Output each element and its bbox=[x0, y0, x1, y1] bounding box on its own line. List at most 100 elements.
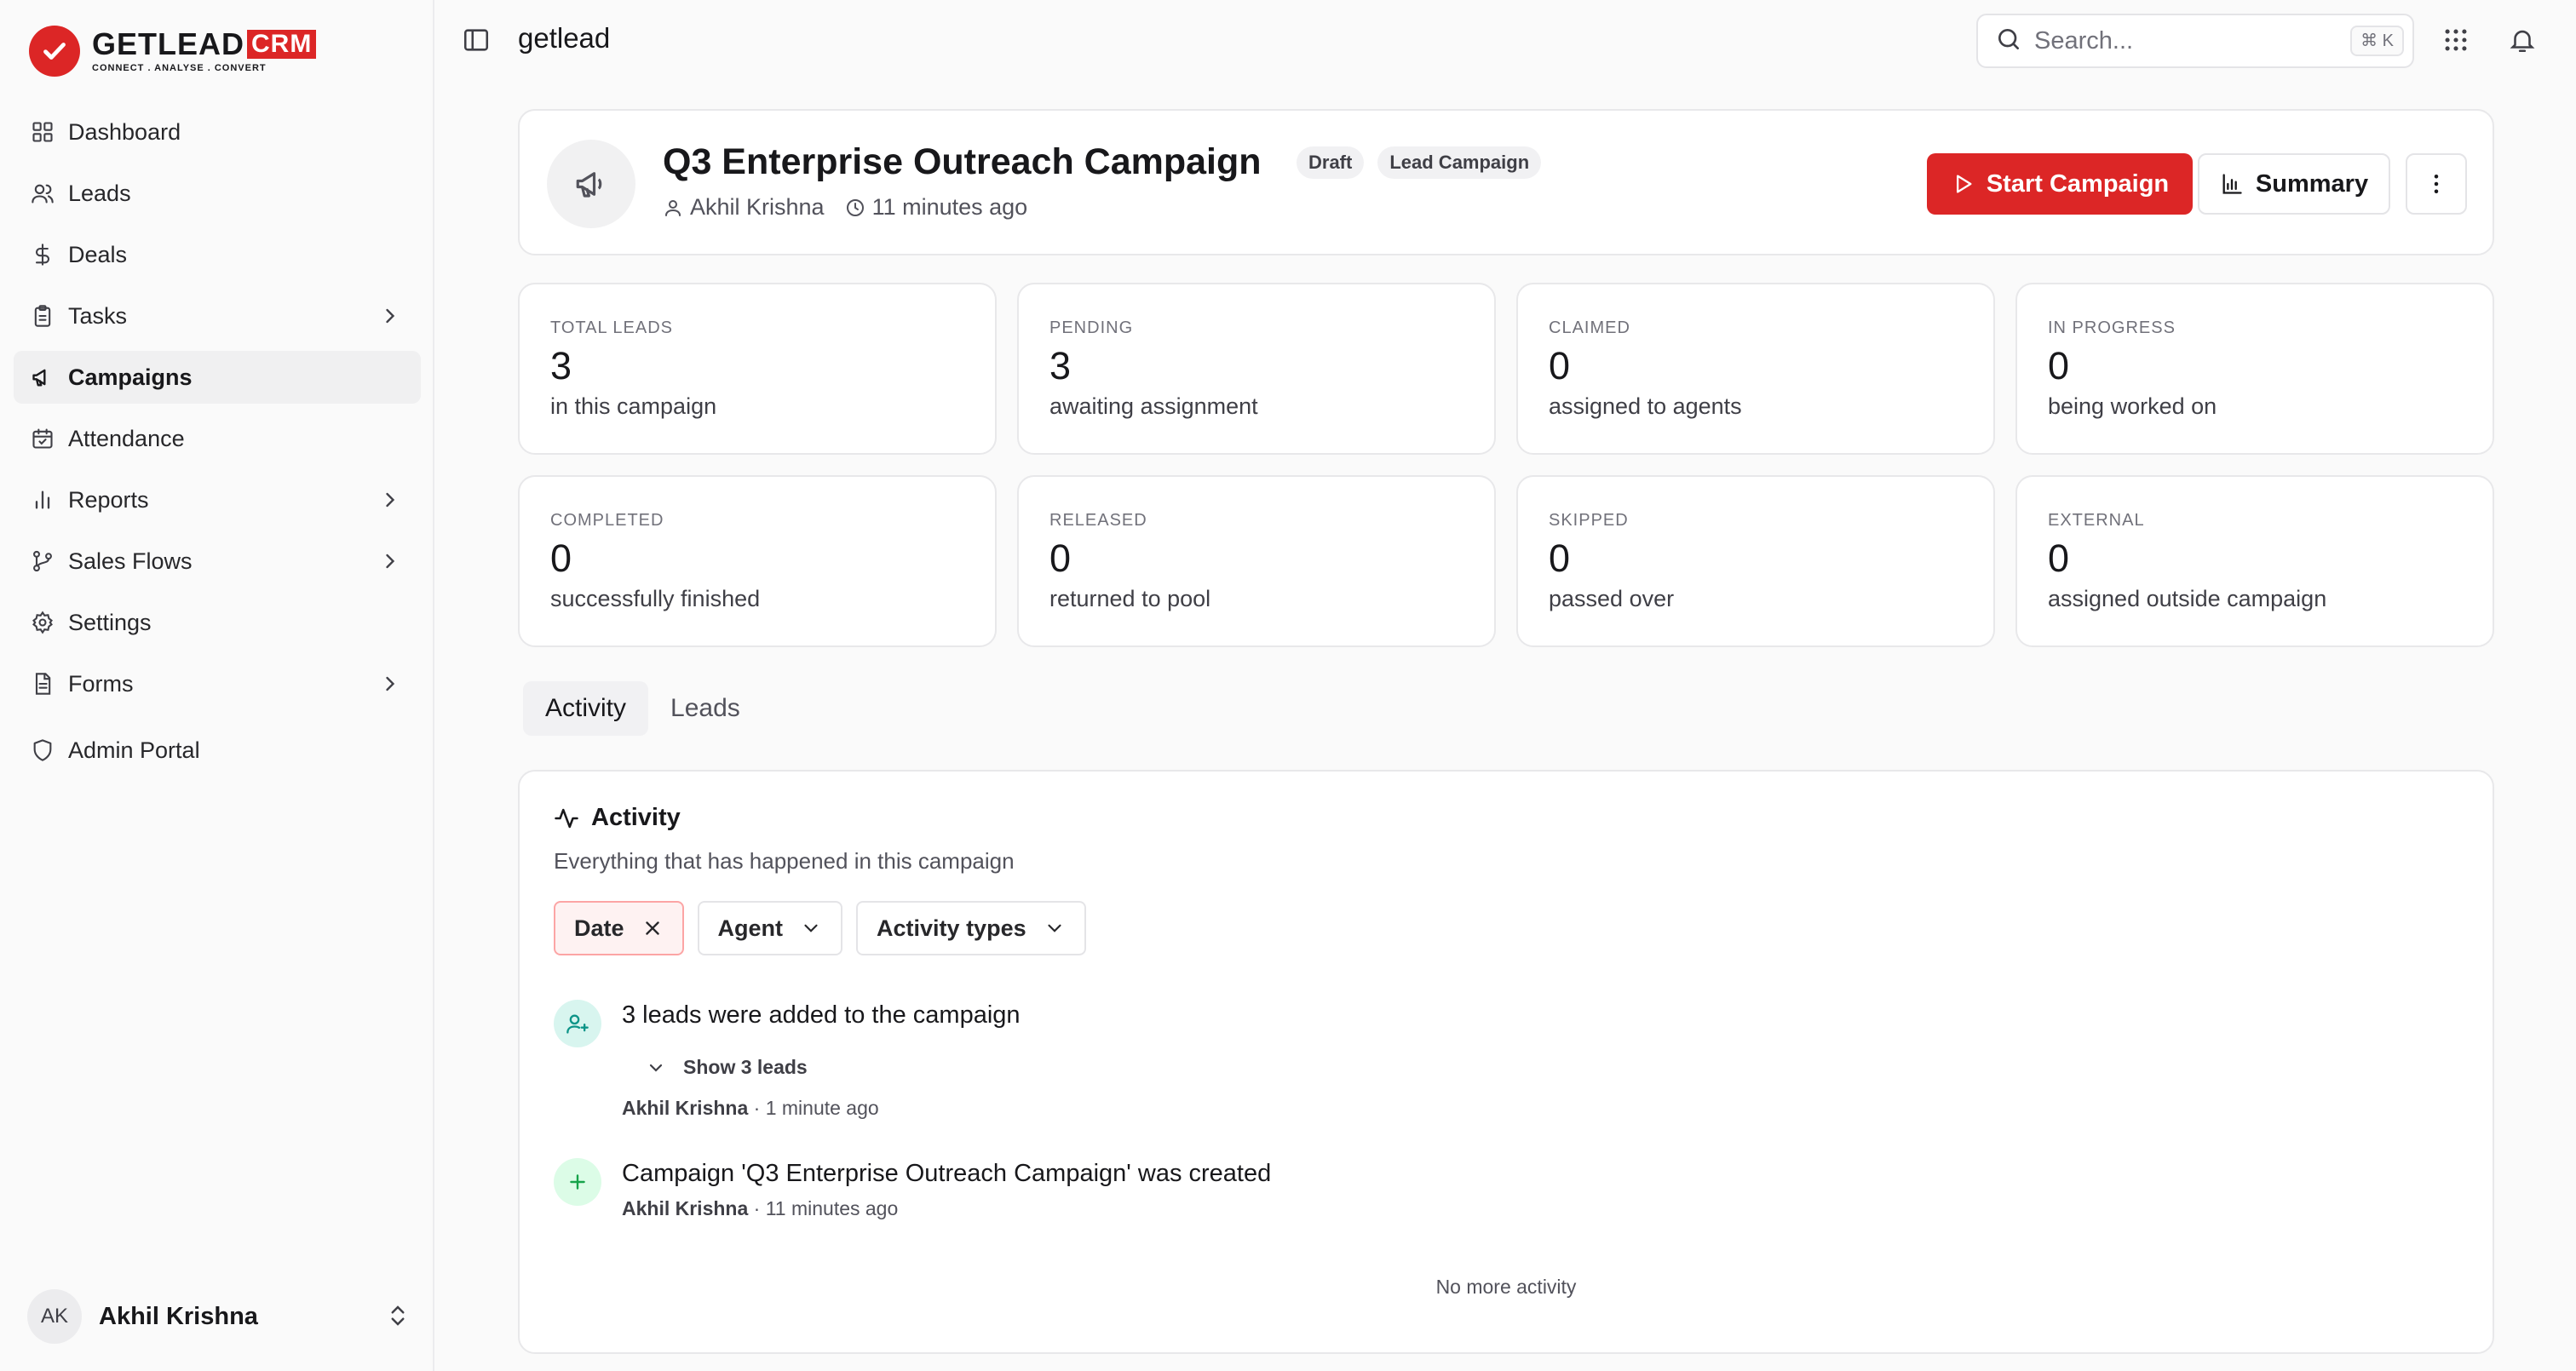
activity-item-author: Akhil Krishna bbox=[622, 1097, 749, 1119]
chevron-right-icon bbox=[378, 672, 402, 702]
sidebar-item-reports[interactable]: Reports bbox=[14, 473, 421, 526]
campaign-created: 11 minutes ago bbox=[871, 194, 1028, 220]
chevron-down-icon bbox=[804, 924, 818, 932]
activity-item-title: Campaign 'Q3 Enterprise Outreach Campaig… bbox=[622, 1160, 1272, 1187]
sidebar-item-campaigns[interactable]: Campaigns bbox=[14, 351, 421, 404]
stat-desc: successfully finished bbox=[550, 586, 761, 611]
sidebar-item-tasks[interactable]: Tasks bbox=[14, 290, 421, 342]
sidebar-item-settings[interactable]: Settings bbox=[14, 596, 421, 649]
chevron-right-icon bbox=[378, 304, 402, 334]
plus-icon bbox=[554, 1158, 601, 1206]
sidebar-item-sales-flows[interactable]: Sales Flows bbox=[14, 535, 421, 588]
stat-card-released: RELEASED 0 returned to pool bbox=[1017, 475, 1496, 647]
stat-desc: returned to pool bbox=[1049, 586, 1211, 611]
stat-label: TOTAL LEADS bbox=[550, 318, 674, 337]
tab-leads[interactable]: Leads bbox=[648, 681, 762, 736]
stat-card-completed: COMPLETED 0 successfully finished bbox=[518, 475, 997, 647]
megaphone-icon bbox=[29, 364, 56, 391]
sidebar-item-label: Forms bbox=[68, 670, 134, 697]
activity-filters: Date Agent Activity types bbox=[554, 901, 1100, 955]
brand-logo[interactable]: GETLEAD CRM CONNECT . ANALYSE . CONVERT bbox=[29, 26, 317, 77]
check-logo-icon bbox=[29, 26, 80, 77]
chevron-down-icon bbox=[1048, 924, 1061, 932]
date-filter-label: Date bbox=[574, 915, 624, 941]
search-shortcut: ⌘ K bbox=[2350, 26, 2404, 56]
date-filter[interactable]: Date bbox=[554, 901, 684, 955]
stat-value: 0 bbox=[2048, 536, 2070, 580]
close-icon[interactable] bbox=[641, 917, 664, 939]
brand-suffix: CRM bbox=[247, 30, 317, 59]
clipboard-icon bbox=[29, 302, 56, 330]
top-bar: getlead Search... ⌘ K bbox=[436, 0, 2576, 82]
show-leads-label: Show 3 leads bbox=[683, 1056, 808, 1078]
sidebar-item-label: Leads bbox=[68, 180, 131, 206]
summary-button[interactable]: Summary bbox=[2198, 153, 2390, 215]
shield-icon bbox=[29, 737, 56, 764]
chevron-right-icon bbox=[378, 549, 402, 579]
stat-desc: assigned to agents bbox=[1549, 393, 1742, 419]
start-campaign-button[interactable]: Start Campaign bbox=[1927, 153, 2193, 215]
stat-card-external: EXTERNAL 0 assigned outside campaign bbox=[2015, 475, 2494, 647]
sidebar: GETLEAD CRM CONNECT . ANALYSE . CONVERT D… bbox=[0, 0, 434, 1371]
activity-panel: Activity Everything that has happened in… bbox=[518, 770, 2494, 1354]
bell-icon[interactable] bbox=[2508, 26, 2539, 56]
start-campaign-label: Start Campaign bbox=[1986, 169, 2170, 198]
sidebar-item-label: Settings bbox=[68, 609, 152, 635]
campaign-owner: Akhil Krishna bbox=[690, 194, 825, 220]
sidebar-item-admin-portal[interactable]: Admin Portal bbox=[14, 724, 421, 777]
user-name: Akhil Krishna bbox=[99, 1302, 258, 1330]
stat-card-pending: PENDING 3 awaiting assignment bbox=[1017, 283, 1496, 455]
stat-label: RELEASED bbox=[1049, 511, 1147, 530]
activity-item-time: · 11 minutes ago bbox=[748, 1197, 899, 1219]
activity-types-label: Activity types bbox=[877, 915, 1026, 941]
sidebar-item-label: Admin Portal bbox=[68, 737, 200, 763]
activity-types-filter[interactable]: Activity types bbox=[856, 901, 1086, 955]
stat-label: PENDING bbox=[1049, 318, 1134, 337]
sidebar-item-forms[interactable]: Forms bbox=[14, 657, 421, 710]
sidebar-item-label: Tasks bbox=[68, 302, 128, 329]
sidebar-toggle-icon[interactable] bbox=[462, 26, 492, 56]
sidebar-item-deals[interactable]: Deals bbox=[14, 228, 421, 281]
status-badges: Draft Lead Campaign bbox=[1297, 146, 1555, 179]
agent-filter[interactable]: Agent bbox=[697, 901, 843, 955]
activity-item-time: · 1 minute ago bbox=[748, 1097, 879, 1119]
agent-filter-label: Agent bbox=[717, 915, 784, 941]
user-menu[interactable]: AK Akhil Krishna bbox=[27, 1289, 411, 1344]
stat-desc: passed over bbox=[1549, 586, 1675, 611]
stat-value: 0 bbox=[550, 536, 572, 580]
sidebar-item-label: Attendance bbox=[68, 425, 185, 451]
no-more-activity: No more activity bbox=[1435, 1276, 1577, 1298]
type-badge: Lead Campaign bbox=[1377, 146, 1542, 179]
sidebar-item-label: Sales Flows bbox=[68, 548, 193, 574]
stat-desc: awaiting assignment bbox=[1049, 393, 1258, 419]
tab-activity[interactable]: Activity bbox=[523, 681, 649, 736]
play-icon bbox=[1956, 175, 1972, 193]
stat-value: 0 bbox=[2048, 344, 2070, 387]
stat-value: 0 bbox=[1549, 344, 1571, 387]
avatar: AK bbox=[27, 1289, 82, 1344]
sidebar-item-leads[interactable]: Leads bbox=[14, 167, 421, 220]
campaign-header: Q3 Enterprise Outreach Campaign Draft Le… bbox=[518, 109, 2494, 255]
stat-card-skipped: SKIPPED 0 passed over bbox=[1516, 475, 1995, 647]
dollar-icon bbox=[29, 241, 56, 268]
activity-item-meta: Akhil Krishna · 1 minute ago bbox=[622, 1097, 879, 1120]
app-name: getlead bbox=[518, 22, 611, 54]
search-input[interactable]: Search... ⌘ K bbox=[1976, 14, 2414, 68]
apps-grid-icon[interactable] bbox=[2441, 26, 2472, 56]
more-options-button[interactable] bbox=[2406, 153, 2467, 215]
clock-icon bbox=[845, 198, 865, 218]
chevron-right-icon bbox=[378, 488, 402, 518]
stat-card-in-progress: IN PROGRESS 0 being worked on bbox=[2015, 283, 2494, 455]
campaign-meta: Akhil Krishna 11 minutes ago bbox=[663, 194, 1027, 221]
sidebar-nav: Dashboard Leads Deals Tasks Campaigns At… bbox=[14, 106, 421, 785]
stat-value: 0 bbox=[1049, 536, 1072, 580]
summary-label: Summary bbox=[2255, 169, 2369, 198]
sidebar-item-dashboard[interactable]: Dashboard bbox=[14, 106, 421, 158]
document-icon bbox=[29, 670, 56, 697]
calendar-check-icon bbox=[29, 425, 56, 452]
activity-item-title: 3 leads were added to the campaign bbox=[622, 1001, 1021, 1029]
chevron-down-icon bbox=[649, 1064, 663, 1072]
gear-icon bbox=[29, 609, 56, 636]
show-leads-toggle[interactable]: Show 3 leads bbox=[646, 1056, 808, 1079]
sidebar-item-attendance[interactable]: Attendance bbox=[14, 412, 421, 465]
